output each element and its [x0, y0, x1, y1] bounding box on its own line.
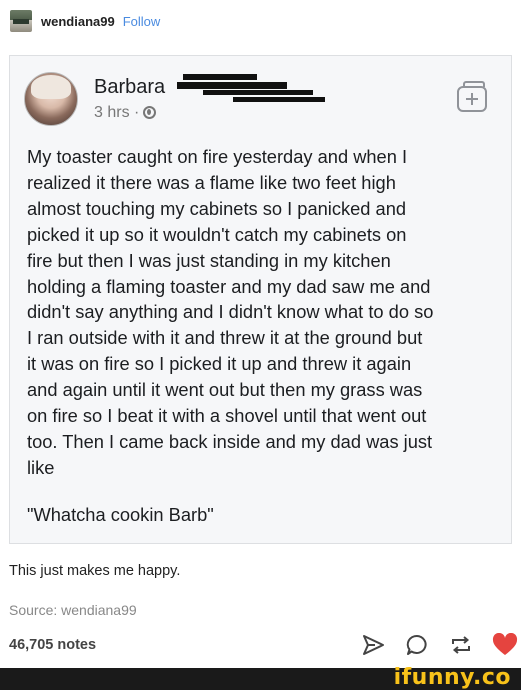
post-line: too. Then I came back inside and my dad … — [27, 430, 433, 452]
post-line: didn't say anything and I didn't know wh… — [27, 301, 434, 323]
post-header: wendiana99 Follow — [10, 9, 160, 33]
redaction-scribble — [173, 70, 325, 106]
watermark-bar: ifunny.co — [0, 665, 521, 690]
source-link[interactable]: wendiana99 — [61, 602, 137, 618]
reply-icon[interactable] — [402, 632, 432, 658]
send-icon[interactable] — [358, 632, 388, 658]
source-label: Source: — [9, 602, 58, 618]
post-actions — [358, 632, 520, 658]
like-icon[interactable] — [490, 632, 520, 658]
post-line: like — [27, 456, 55, 478]
post-line: on fire so I beat it with a shovel until… — [27, 405, 427, 427]
post-caption: This just makes me happy. — [9, 563, 181, 579]
post-line: realized it there was a flame like two f… — [27, 171, 396, 193]
notes-count[interactable]: 46,705 notes — [9, 637, 96, 653]
post-line: My toaster caught on fire yesterday and … — [27, 146, 408, 167]
author-avatar — [24, 72, 78, 126]
reblog-icon[interactable] — [446, 632, 476, 658]
ifunny-watermark: ifunny.co — [393, 665, 511, 690]
author-name: Barbara — [94, 76, 166, 98]
post-meta: 3 hrs · — [94, 104, 157, 122]
post-line: almost touching my cabinets so I panicke… — [27, 197, 407, 219]
post-quote: "Whatcha cookin Barb" — [27, 504, 214, 525]
post-line: I ran outside with it and threw it at th… — [27, 327, 423, 349]
globe-icon — [143, 106, 157, 119]
user-avatar[interactable] — [10, 10, 32, 32]
post-line: fire but then I was just standing in my … — [27, 249, 391, 271]
post-line: holding a flaming toaster and my dad saw… — [27, 275, 431, 297]
add-to-collection-icon — [457, 81, 487, 112]
follow-button[interactable]: Follow — [123, 14, 161, 29]
source-line: Source: wendiana99 — [9, 602, 137, 618]
timestamp: 3 hrs · — [94, 104, 140, 121]
post-body: My toaster caught on fire yesterday and … — [27, 144, 507, 481]
username[interactable]: wendiana99 — [41, 14, 115, 29]
embedded-post-screenshot: Barbara 3 hrs · My toaster caught on fir… — [9, 55, 512, 544]
post-line: it was on fire so I picked it up and thr… — [27, 353, 412, 375]
post-line: and again until it went out but then my … — [27, 379, 423, 401]
post-line: picked it up so it wouldn't catch my cab… — [27, 223, 407, 245]
